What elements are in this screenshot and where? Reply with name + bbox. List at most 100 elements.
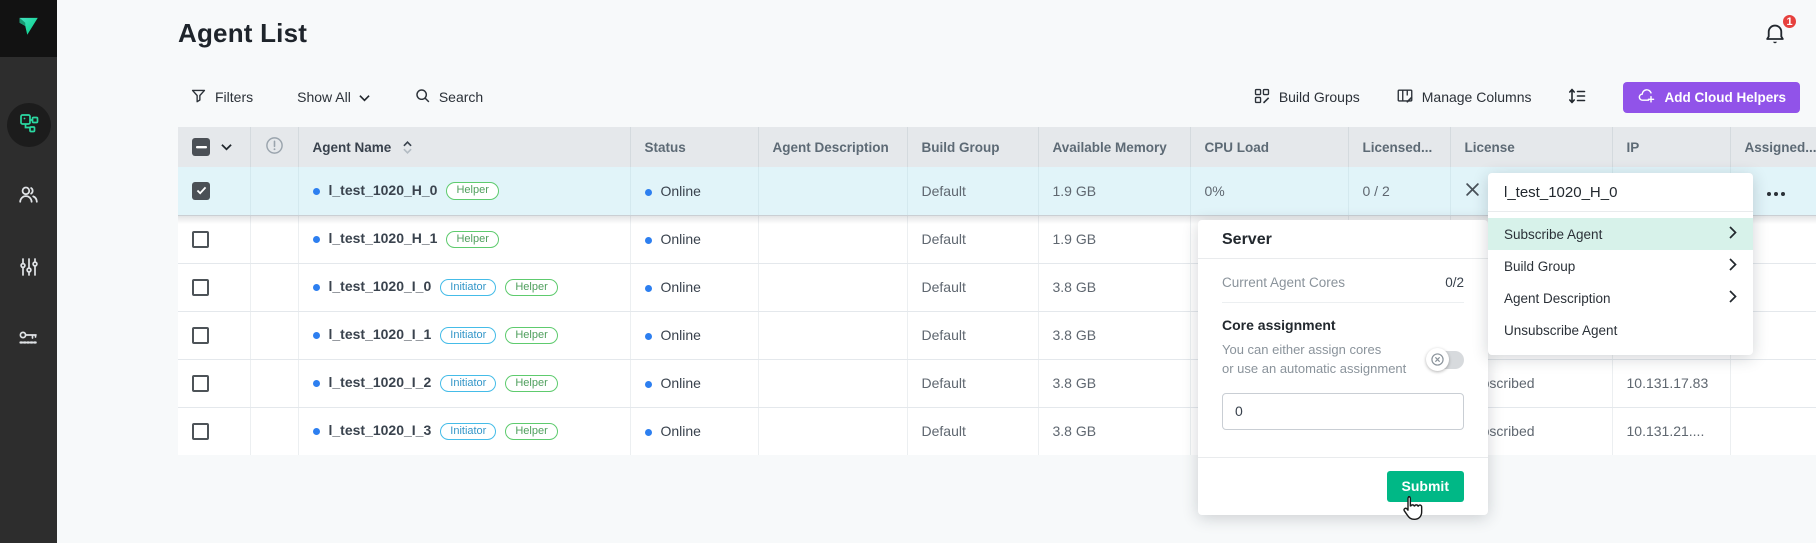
- row-checkbox[interactable]: [192, 375, 209, 392]
- app-logo[interactable]: [0, 0, 57, 57]
- row-checkbox[interactable]: [192, 279, 209, 296]
- column-header-cpu-load[interactable]: CPU Load: [1190, 127, 1348, 167]
- sidebar-item-settings[interactable]: [0, 233, 57, 305]
- status-value: Online: [661, 423, 701, 439]
- license-header-label: License: [1465, 140, 1515, 155]
- menu-item-agent-description[interactable]: Agent Description: [1488, 282, 1753, 314]
- current-cores-value: 0/2: [1445, 275, 1464, 290]
- status-value: Online: [661, 375, 701, 391]
- initiator-badge: Initiator: [440, 327, 496, 345]
- build-groups-icon: [1253, 87, 1271, 108]
- sidebar-item-users[interactable]: [0, 161, 57, 233]
- column-header-build-group[interactable]: Build Group: [907, 127, 1038, 167]
- status-value: Online: [661, 327, 701, 343]
- status-dot-icon: [645, 381, 652, 388]
- helper-badge: Helper: [505, 279, 557, 297]
- menu-item-label: Agent Description: [1504, 291, 1611, 306]
- page-title: Agent List: [178, 18, 307, 49]
- status-dot-icon: [645, 429, 652, 436]
- submit-button[interactable]: Submit: [1387, 471, 1464, 502]
- ip-value: 10.131.21....: [1612, 407, 1730, 455]
- add-cloud-helpers-button[interactable]: Add Cloud Helpers: [1623, 82, 1800, 113]
- row-checkbox[interactable]: [192, 327, 209, 344]
- build-group-value: Default: [907, 311, 1038, 359]
- initiator-badge: Initiator: [440, 279, 496, 297]
- manage-columns-label: Manage Columns: [1422, 89, 1532, 105]
- agent-name[interactable]: l_test_1020_I_1: [329, 326, 432, 342]
- column-header-agent-description[interactable]: Agent Description: [758, 127, 907, 167]
- core-assignment-input[interactable]: [1222, 393, 1464, 430]
- header-select-cell: [178, 127, 250, 167]
- agent-description-value: [758, 167, 907, 215]
- context-menu-title: l_test_1020_H_0: [1488, 173, 1753, 212]
- sidebar-item-license[interactable]: [0, 305, 57, 377]
- sidebar-item-agents[interactable]: [0, 89, 57, 161]
- menu-item-label: Unsubscribe Agent: [1504, 323, 1617, 338]
- menu-item-subscribe-agent[interactable]: Subscribe Agent: [1488, 218, 1753, 250]
- agent-description-value: [758, 311, 907, 359]
- notifications-button[interactable]: 1: [1762, 20, 1792, 52]
- show-filter-dropdown[interactable]: Show All: [297, 89, 370, 105]
- chevron-right-icon: [1729, 258, 1737, 274]
- row-actions-menu-icon[interactable]: [1767, 192, 1785, 196]
- notification-badge[interactable]: 1: [1781, 13, 1798, 30]
- available-memory-value: 3.8 GB: [1038, 359, 1190, 407]
- select-options-chevron-icon[interactable]: [217, 139, 232, 154]
- helper-badge: Helper: [446, 182, 498, 200]
- agent-name[interactable]: l_test_1020_H_0: [329, 182, 438, 198]
- sidebar: [0, 0, 57, 543]
- ip-header-label: IP: [1627, 140, 1640, 155]
- row-checkbox[interactable]: [192, 182, 210, 200]
- column-header-ip[interactable]: IP: [1612, 127, 1730, 167]
- build-group-value: Default: [907, 215, 1038, 263]
- status-dot-icon: [645, 189, 652, 196]
- column-header-assigned[interactable]: Assigned...: [1730, 127, 1816, 167]
- agent-dot-icon: [313, 188, 320, 195]
- agent-dot-icon: [313, 284, 320, 291]
- build-groups-button[interactable]: Build Groups: [1253, 87, 1360, 108]
- core-assignment-title: Core assignment: [1222, 317, 1464, 333]
- close-popover-icon[interactable]: [1465, 182, 1480, 197]
- table-row[interactable]: l_test_1020_I_2InitiatorHelper Online De…: [178, 359, 1816, 407]
- table-row[interactable]: l_test_1020_I_3InitiatorHelper Online De…: [178, 407, 1816, 455]
- column-header-licensed[interactable]: Licensed...: [1348, 127, 1450, 167]
- agent-name[interactable]: l_test_1020_I_0: [329, 278, 432, 294]
- manage-columns-button[interactable]: Manage Columns: [1396, 87, 1532, 108]
- search-control[interactable]: Search: [414, 87, 483, 107]
- sort-icon[interactable]: [403, 141, 412, 154]
- chevron-right-icon: [1729, 226, 1737, 242]
- active-indicator: [7, 103, 51, 147]
- divider: [1222, 302, 1464, 303]
- manage-columns-icon: [1396, 87, 1414, 108]
- filters-button[interactable]: Filters: [190, 87, 253, 107]
- cpu-load-value: 0%: [1190, 167, 1348, 215]
- column-header-license[interactable]: License: [1450, 127, 1612, 167]
- agent-name[interactable]: l_test_1020_I_3: [329, 422, 432, 438]
- available-memory-value: 1.9 GB: [1038, 167, 1190, 215]
- agent-name[interactable]: l_test_1020_I_2: [329, 374, 432, 390]
- row-density-button[interactable]: [1567, 86, 1587, 109]
- status-dot-icon: [645, 237, 652, 244]
- menu-item-unsubscribe-agent[interactable]: Unsubscribe Agent: [1488, 314, 1753, 346]
- current-cores-label: Current Agent Cores: [1222, 275, 1345, 290]
- agent-dot-icon: [313, 332, 320, 339]
- assigned-header-label: Assigned...: [1745, 140, 1816, 155]
- table-header-row: Agent Name Status Agent Description Buil…: [178, 127, 1816, 167]
- agent-name[interactable]: l_test_1020_H_1: [329, 230, 438, 246]
- chevron-right-icon: [1729, 290, 1737, 306]
- menu-item-build-group[interactable]: Build Group: [1488, 250, 1753, 282]
- search-icon: [414, 87, 431, 107]
- row-checkbox[interactable]: [192, 231, 209, 248]
- column-header-status[interactable]: Status: [630, 127, 758, 167]
- automatic-assignment-toggle[interactable]: [1428, 351, 1464, 369]
- initiator-badge: Initiator: [440, 375, 496, 393]
- available-memory-header-label: Available Memory: [1053, 140, 1167, 155]
- agent-dot-icon: [313, 428, 320, 435]
- status-value: Online: [661, 183, 701, 199]
- column-header-agent-name[interactable]: Agent Name: [298, 127, 630, 167]
- build-group-value: Default: [907, 263, 1038, 311]
- row-checkbox[interactable]: [192, 423, 209, 440]
- select-all-checkbox[interactable]: [192, 138, 210, 156]
- column-header-available-memory[interactable]: Available Memory: [1038, 127, 1190, 167]
- agent-description-value: [758, 407, 907, 455]
